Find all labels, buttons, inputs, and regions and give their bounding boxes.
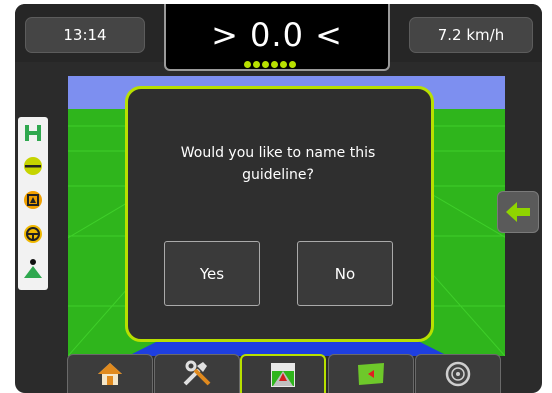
clock-button[interactable]: 13:14 [25,17,145,53]
home-icon [98,363,122,385]
lightbar-dot [280,61,287,68]
bottom-nav [63,352,507,393]
boundary-icon[interactable] [21,188,45,212]
yes-button-label: Yes [199,264,225,283]
clock-text: 13:14 [63,26,107,44]
field-map-icon [358,363,384,385]
guideline-mode-icon[interactable] [21,121,45,145]
steering-wheel-icon[interactable] [21,222,45,246]
display-screen: 13:14 7.2 km/h > 0.0 < Would you like to… [15,4,542,393]
arrow-left-icon [506,202,530,222]
tools-icon [183,360,211,386]
tab-field-map[interactable] [328,354,414,393]
speed-button[interactable]: 7.2 km/h [409,17,533,53]
speed-text: 7.2 km/h [437,26,505,44]
tab-tools[interactable] [154,354,240,393]
tab-guidance-view[interactable] [240,354,326,393]
vehicle-icon[interactable] [21,256,45,280]
no-button-label: No [334,264,356,283]
lightbar-dot [244,61,251,68]
no-button[interactable]: No [297,241,393,306]
expand-panel-button[interactable] [497,191,539,233]
cross-track-error: > 0.0 < [211,16,343,54]
lightbar-dot [253,61,260,68]
yes-button[interactable]: Yes [164,241,260,306]
lightbar-dots [244,61,296,68]
dashboard-gauge-icon [445,361,471,387]
guidance-view-icon [271,362,295,387]
guidance-readout[interactable]: > 0.0 < [164,4,390,71]
marked-point-icon[interactable] [21,154,45,178]
lightbar-dot [289,61,296,68]
tab-dashboard[interactable] [415,354,501,393]
side-toolbar [18,117,48,290]
dialog-message: Would you like to name this guideline? [180,145,376,183]
tab-home[interactable] [67,354,153,393]
lightbar-dot [262,61,269,68]
lightbar-dot [271,61,278,68]
name-guideline-dialog: Would you like to name this guideline? Y… [125,86,434,342]
